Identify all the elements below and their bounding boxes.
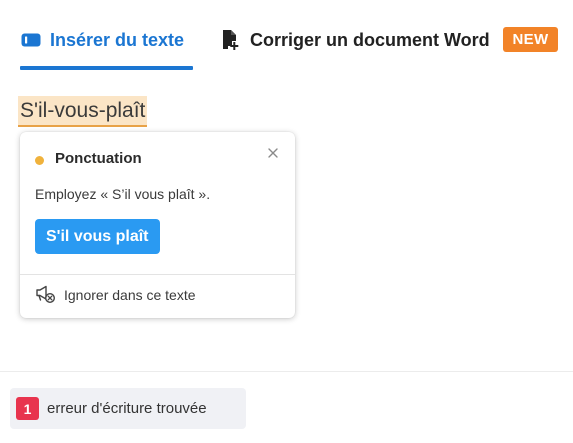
text-field-icon [21,33,41,47]
popup-message: Employez « S’il vous plaît ». [35,186,211,202]
tab-correct-word-document[interactable]: Corriger un document Word [221,27,490,53]
error-count-summary[interactable]: 1 erreur d'écriture trouvée [10,388,246,429]
page: Insérer du texte Corriger un document Wo… [0,0,573,443]
category-dot [35,156,44,165]
correction-popup: Ponctuation Employez « S’il vous plaît »… [20,132,295,318]
footer-divider [0,371,573,372]
ignore-in-text-button[interactable]: Ignorer dans ce texte [35,285,196,304]
error-count-label: erreur d'écriture trouvée [47,400,207,417]
tab-insert-text[interactable]: Insérer du texte [21,27,184,53]
popup-divider [20,274,295,275]
megaphone-mute-icon [35,285,56,304]
popup-category-title: Ponctuation [55,150,142,167]
tab-insert-text-label: Insérer du texte [50,29,185,50]
ignore-label: Ignorer dans ce texte [64,286,196,303]
document-add-icon [221,29,241,51]
close-icon[interactable] [266,146,280,160]
tab-correct-word-document-label: Corriger un document Word [250,29,490,50]
active-tab-indicator [20,66,193,70]
error-count-badge: 1 [16,397,39,420]
highlighted-error-word[interactable]: S'il-vous-plaît [18,96,148,127]
new-badge: NEW [503,27,558,52]
apply-suggestion-button[interactable]: S'il vous plaît [35,219,160,254]
